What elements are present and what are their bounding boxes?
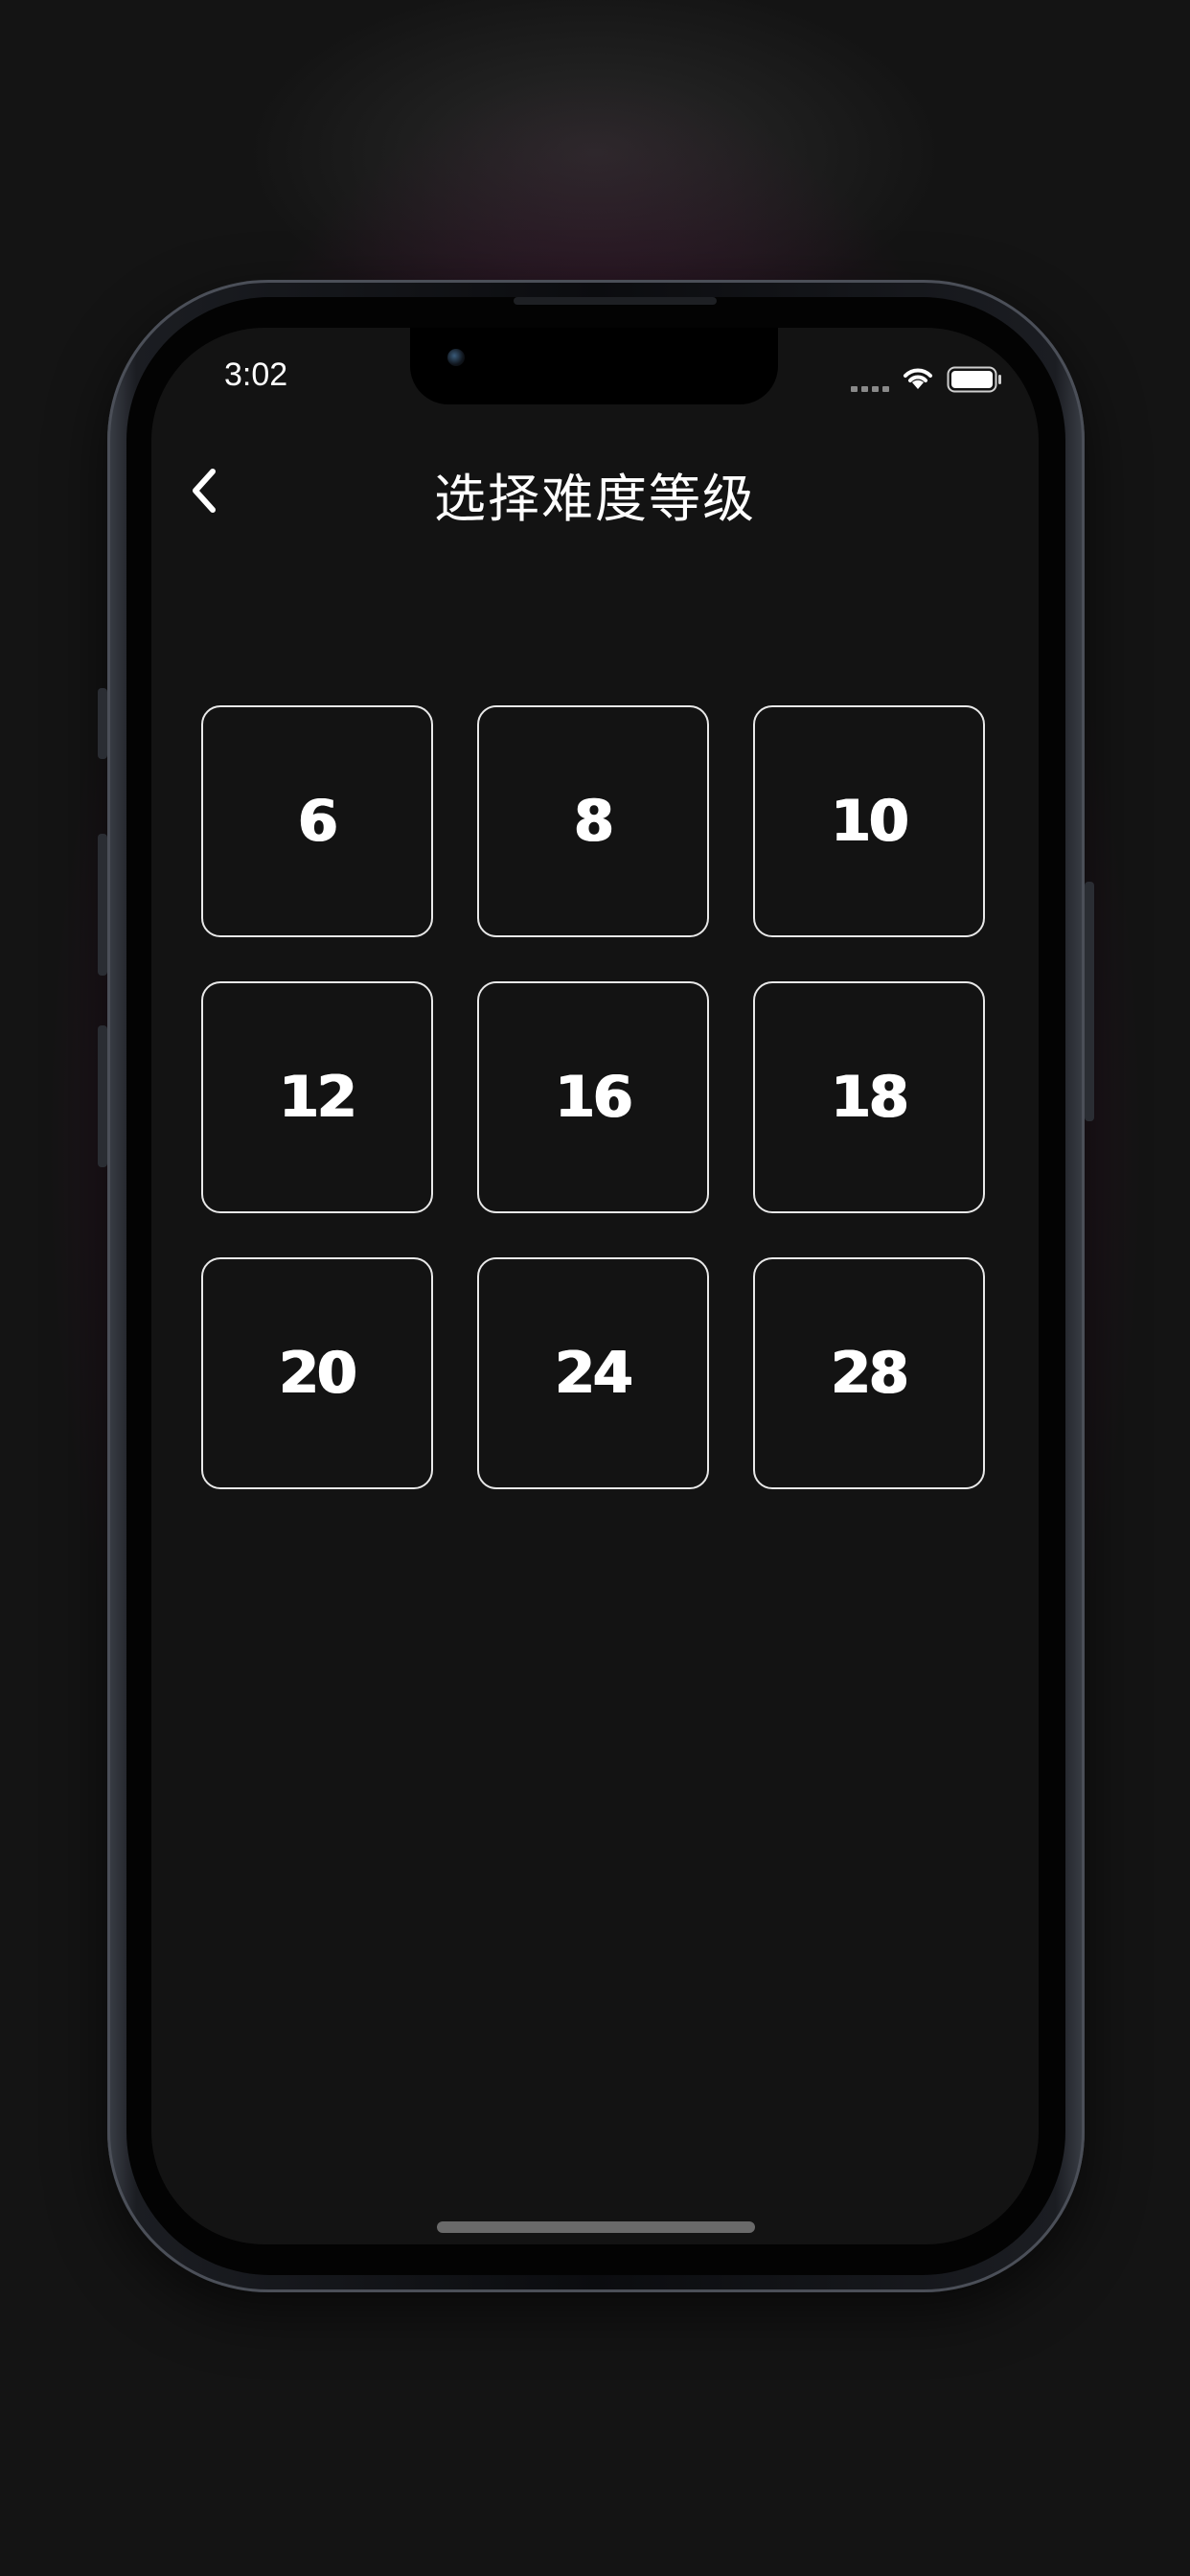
page-title: 选择难度等级 [434, 469, 756, 529]
silent-switch [98, 688, 107, 759]
cellular-signal-icon [851, 386, 889, 392]
notch [410, 328, 778, 404]
level-label: 28 [831, 1340, 908, 1407]
level-button-16[interactable]: 16 [477, 981, 709, 1213]
speaker-grille [514, 297, 717, 305]
volume-down-button [98, 1025, 107, 1167]
level-label: 6 [298, 788, 338, 855]
level-label: 24 [555, 1340, 632, 1407]
front-camera [447, 349, 465, 366]
app-screen: 3:02 选择难度等级 6 8 10 12 16 18 20 24 28 [151, 328, 1039, 2244]
level-label: 10 [831, 788, 908, 855]
difficulty-grid: 6 8 10 12 16 18 20 24 28 [201, 705, 985, 1489]
level-label: 12 [279, 1064, 356, 1131]
level-button-12[interactable]: 12 [201, 981, 433, 1213]
level-button-8[interactable]: 8 [477, 705, 709, 937]
level-label: 18 [831, 1064, 908, 1131]
level-button-24[interactable]: 24 [477, 1257, 709, 1489]
level-button-6[interactable]: 6 [201, 705, 433, 937]
level-button-20[interactable]: 20 [201, 1257, 433, 1489]
level-label: 16 [555, 1064, 632, 1131]
battery-icon [947, 366, 1002, 397]
level-label: 8 [574, 788, 614, 855]
level-label: 20 [279, 1340, 356, 1407]
wifi-icon [901, 364, 935, 395]
level-button-10[interactable]: 10 [753, 705, 985, 937]
volume-up-button [98, 834, 107, 976]
home-indicator[interactable] [437, 2221, 755, 2233]
status-time: 3:02 [224, 356, 288, 393]
power-button [1085, 882, 1094, 1121]
level-button-18[interactable]: 18 [753, 981, 985, 1213]
level-button-28[interactable]: 28 [753, 1257, 985, 1489]
